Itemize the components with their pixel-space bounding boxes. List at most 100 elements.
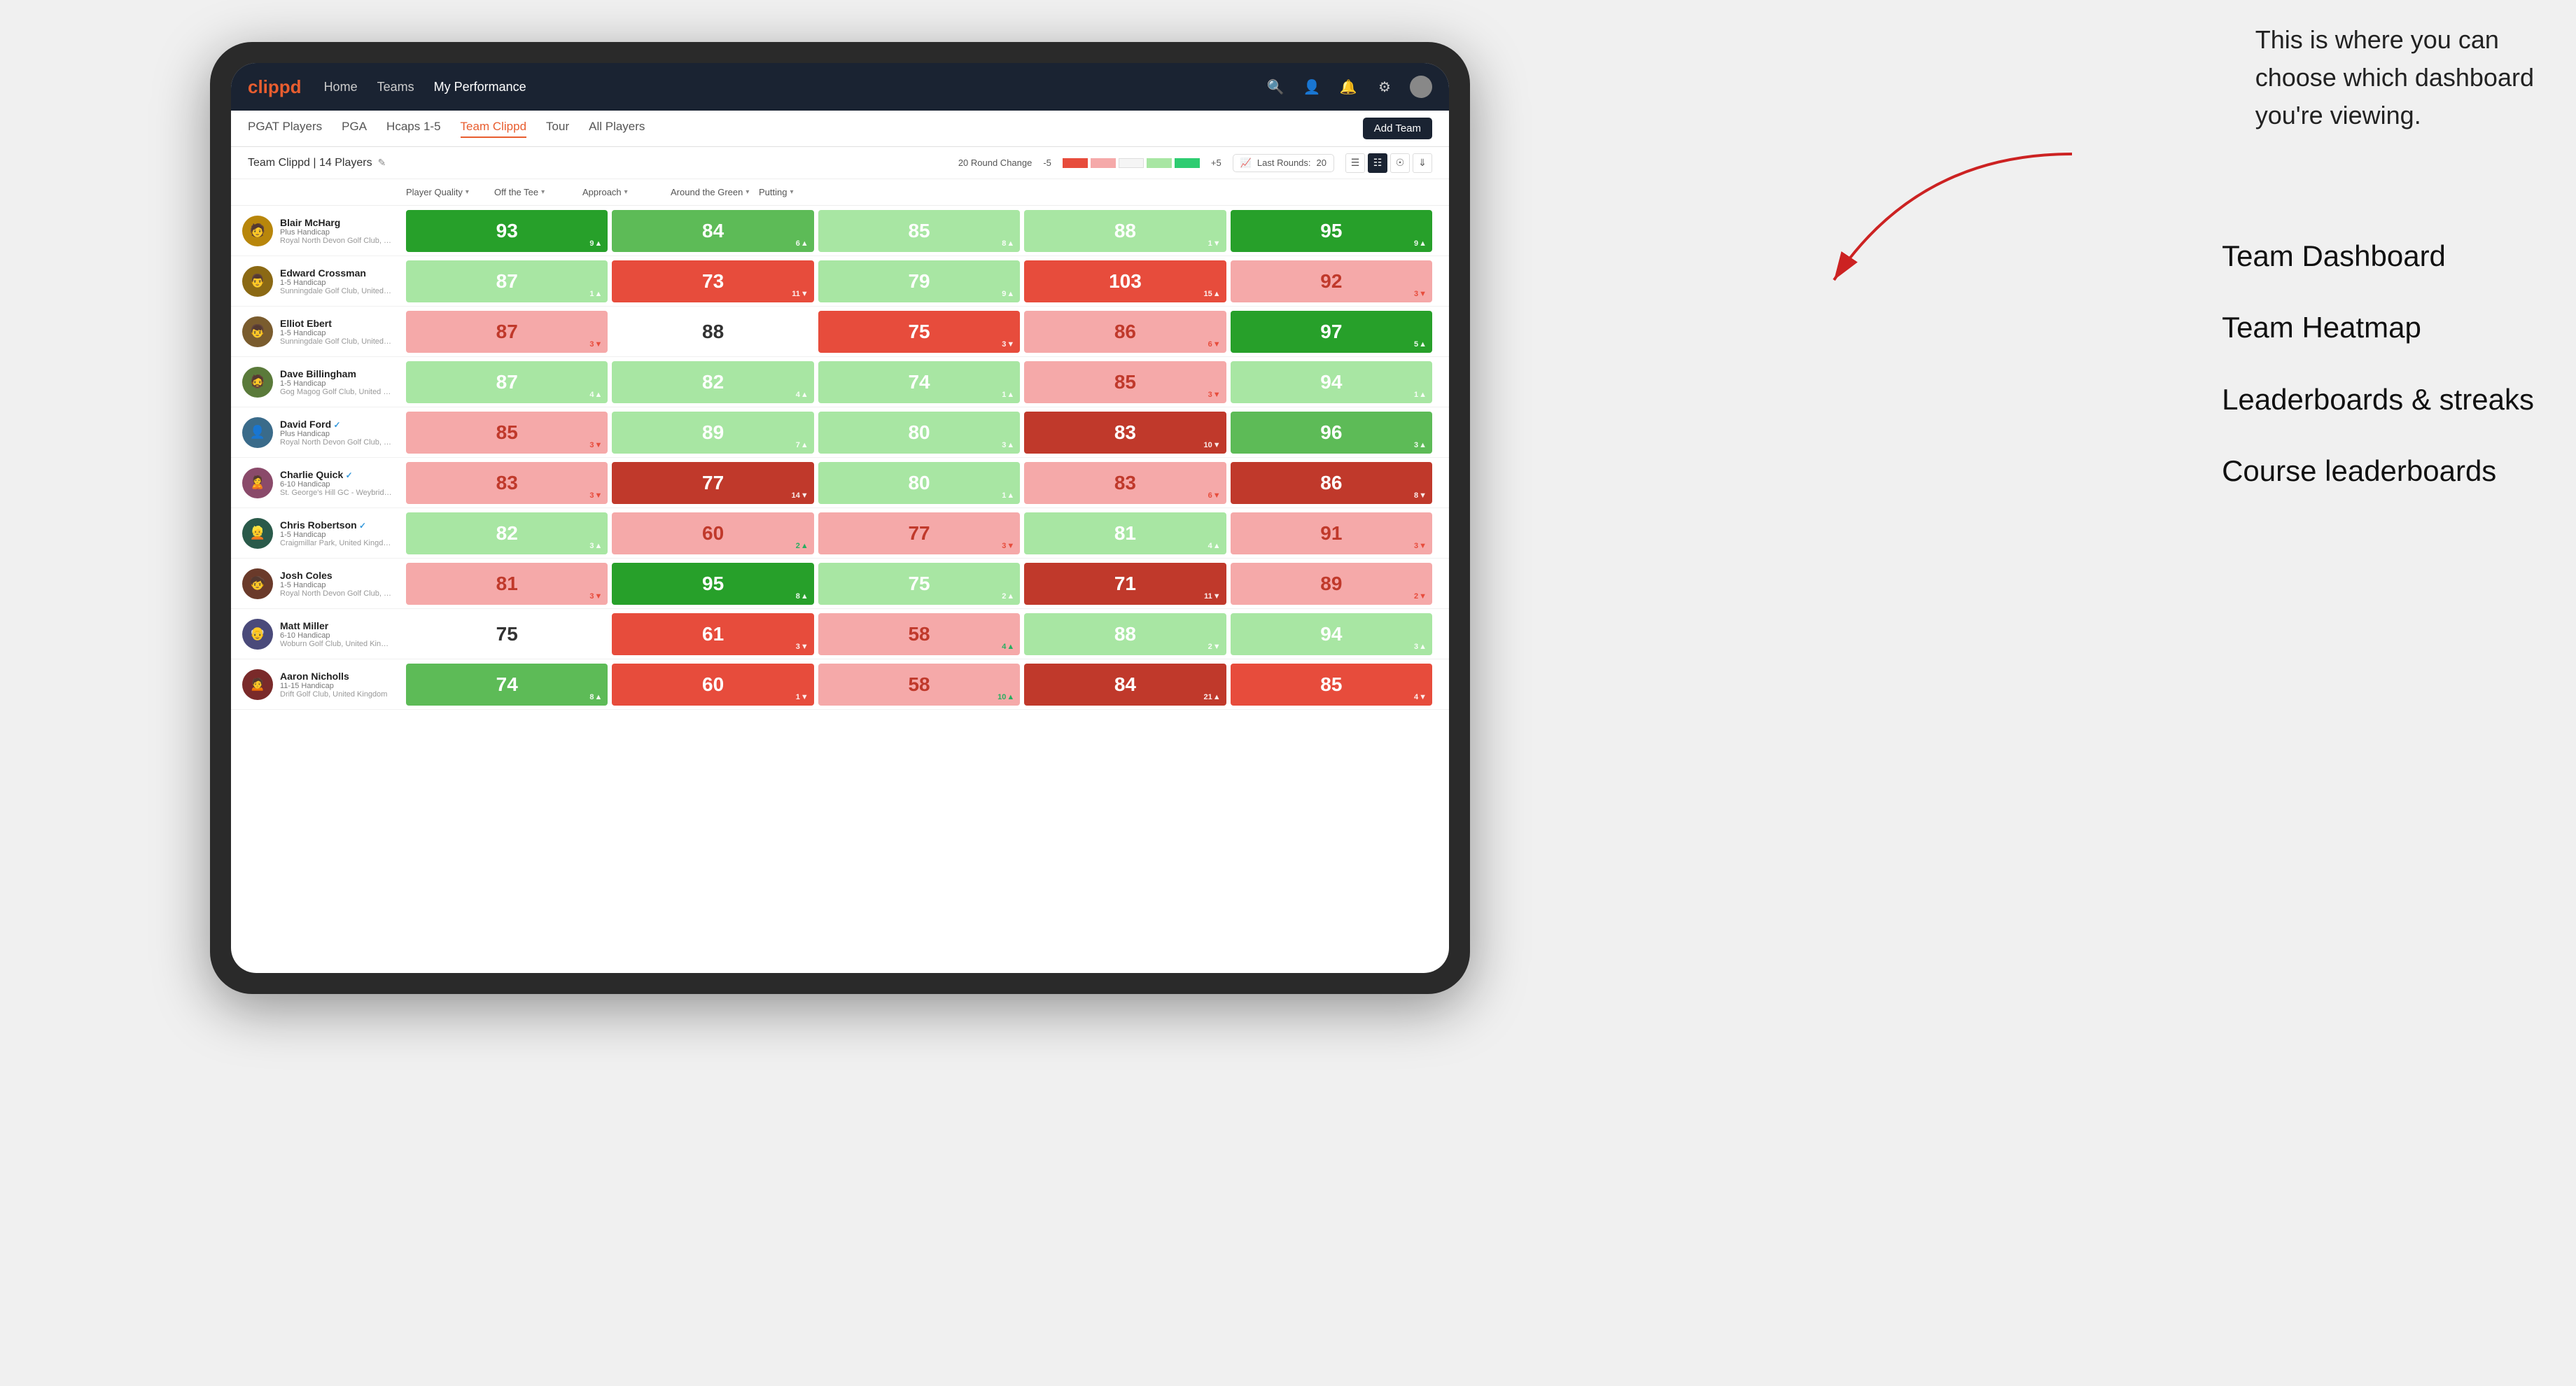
down-arrow-icon: ▼ xyxy=(801,491,808,500)
table-row[interactable]: 🧔Dave Billingham1-5 HandicapGog Magog Go… xyxy=(231,357,1449,407)
score-cells: 871▲7311▼799▲10315▲923▼ xyxy=(406,260,1432,302)
table-row[interactable]: 🧑Blair McHargPlus HandicapRoyal North De… xyxy=(231,206,1449,256)
bar-mid xyxy=(1119,158,1144,168)
player-handicap: Plus Handicap xyxy=(280,228,406,237)
down-arrow-icon: ▼ xyxy=(1007,542,1014,550)
user-icon[interactable]: 👤 xyxy=(1301,76,1323,98)
sub-nav-pgat[interactable]: PGAT Players xyxy=(248,120,322,138)
score-change: 3▼ xyxy=(796,643,808,651)
down-arrow-icon: ▼ xyxy=(595,340,603,349)
table-row[interactable]: 👨Edward Crossman1-5 HandicapSunningdale … xyxy=(231,256,1449,307)
score-change: 14▼ xyxy=(792,491,808,500)
sub-nav-all-players[interactable]: All Players xyxy=(589,120,645,138)
player-details: Charlie Quick ✓6-10 HandicapSt. George's… xyxy=(280,469,406,497)
change-value: 15 xyxy=(1203,290,1212,298)
tablet-frame: clippd Home Teams My Performance 🔍 👤 🔔 ⚙… xyxy=(210,42,1470,994)
avatar[interactable] xyxy=(1410,76,1432,98)
nav-link-teams[interactable]: Teams xyxy=(377,80,414,94)
score-value: 73 xyxy=(702,270,724,293)
player-details: Josh Coles1-5 HandicapRoyal North Devon … xyxy=(280,570,406,598)
score-cell: 752▲ xyxy=(818,563,1020,605)
score-cell: 753▼ xyxy=(818,311,1020,353)
change-value: 14 xyxy=(792,491,800,500)
last-rounds-val: 20 xyxy=(1317,158,1326,168)
change-value: 3 xyxy=(1414,542,1418,550)
score-value: 88 xyxy=(1114,220,1136,242)
table-row[interactable]: 👤David Ford ✓Plus HandicapRoyal North De… xyxy=(231,407,1449,458)
search-icon[interactable]: 🔍 xyxy=(1264,76,1287,98)
change-value: 1 xyxy=(1002,391,1006,399)
col-header-approach[interactable]: Approach ▾ xyxy=(582,187,666,197)
score-value: 85 xyxy=(1320,673,1342,696)
sub-nav-pga[interactable]: PGA xyxy=(342,120,367,138)
table-row[interactable]: 👴Matt Miller6-10 HandicapWoburn Golf Clu… xyxy=(231,609,1449,659)
score-change: 2▲ xyxy=(1002,592,1014,601)
score-cell: 803▲ xyxy=(818,412,1020,454)
score-cell: 882▼ xyxy=(1024,613,1226,655)
score-change: 1▲ xyxy=(1002,491,1014,500)
view-chart-icon[interactable]: ☉ xyxy=(1390,153,1410,173)
sub-nav-team-clippd[interactable]: Team Clippd xyxy=(461,120,527,138)
score-value: 88 xyxy=(702,321,724,343)
change-value: 2 xyxy=(1208,643,1212,651)
down-arrow-icon: ▼ xyxy=(1419,592,1427,601)
change-value: 3 xyxy=(796,643,800,651)
col-header-around-green[interactable]: Around the Green ▾ xyxy=(671,187,755,197)
score-value: 91 xyxy=(1320,522,1342,545)
col-header-player-quality[interactable]: Player Quality ▾ xyxy=(406,187,490,197)
sub-nav-tour[interactable]: Tour xyxy=(546,120,569,138)
change-value: 3 xyxy=(1002,542,1006,550)
player-club: Royal North Devon Golf Club, United King… xyxy=(280,237,392,245)
score-value: 84 xyxy=(702,220,724,242)
table-row[interactable]: 👦Elliot Ebert1-5 HandicapSunningdale Gol… xyxy=(231,307,1449,357)
table-row[interactable]: 👱Chris Robertson ✓1-5 HandicapCraigmilla… xyxy=(231,508,1449,559)
nav-link-home[interactable]: Home xyxy=(324,80,358,94)
score-value: 85 xyxy=(1114,371,1136,393)
round-change-label: 20 Round Change xyxy=(958,158,1032,168)
score-value: 95 xyxy=(702,573,724,595)
col-header-off-tee[interactable]: Off the Tee ▾ xyxy=(494,187,578,197)
change-value: 3 xyxy=(1414,441,1418,449)
avatar: 👴 xyxy=(242,619,273,650)
player-handicap: 6-10 Handicap xyxy=(280,631,406,640)
score-cell: 833▼ xyxy=(406,462,608,504)
score-change: 3▼ xyxy=(1002,542,1014,550)
settings-icon[interactable]: ⚙ xyxy=(1373,76,1396,98)
view-download-icon[interactable]: ⇓ xyxy=(1413,153,1432,173)
sub-nav-hcaps[interactable]: Hcaps 1-5 xyxy=(386,120,440,138)
table-row[interactable]: 🙍Aaron Nicholls11-15 HandicapDrift Golf … xyxy=(231,659,1449,710)
sort-arrow-green: ▾ xyxy=(746,188,749,196)
sub-nav: PGAT Players PGA Hcaps 1-5 Team Clippd T… xyxy=(231,111,1449,147)
score-value: 89 xyxy=(1320,573,1342,595)
player-club: Royal North Devon Golf Club, United King… xyxy=(280,589,392,598)
score-change: 2▲ xyxy=(796,542,808,550)
nav-link-my-performance[interactable]: My Performance xyxy=(434,80,526,94)
score-cell: 836▼ xyxy=(1024,462,1226,504)
down-arrow-icon: ▼ xyxy=(801,643,808,651)
view-table-icon[interactable]: ☷ xyxy=(1368,153,1387,173)
change-value: 11 xyxy=(792,290,800,298)
view-grid-icon[interactable]: ☰ xyxy=(1345,153,1365,173)
edit-icon[interactable]: ✎ xyxy=(378,157,386,169)
score-value: 80 xyxy=(908,421,930,444)
table-row[interactable]: 🙎Charlie Quick ✓6-10 HandicapSt. George'… xyxy=(231,458,1449,508)
down-arrow-icon: ▼ xyxy=(1419,290,1427,298)
up-arrow-icon: ▲ xyxy=(1007,491,1014,500)
player-club: Craigmillar Park, United Kingdom xyxy=(280,539,392,547)
score-cell: 10315▲ xyxy=(1024,260,1226,302)
score-value: 86 xyxy=(1320,472,1342,494)
last-rounds-button[interactable]: 📈 Last Rounds: 20 xyxy=(1233,154,1334,172)
score-cell: 584▲ xyxy=(818,613,1020,655)
table-row[interactable]: 🧒Josh Coles1-5 HandicapRoyal North Devon… xyxy=(231,559,1449,609)
player-handicap: 11-15 Handicap xyxy=(280,682,406,690)
bar-negative xyxy=(1063,158,1088,168)
up-arrow-icon: ▲ xyxy=(1007,290,1014,298)
bell-icon[interactable]: 🔔 xyxy=(1337,76,1359,98)
player-info: 🧒Josh Coles1-5 HandicapRoyal North Devon… xyxy=(231,568,406,599)
up-arrow-icon: ▲ xyxy=(595,391,603,399)
dashboard-label-heatmap: Team Heatmap xyxy=(2222,295,2534,360)
down-arrow-icon: ▼ xyxy=(1213,643,1221,651)
col-header-putting[interactable]: Putting ▾ xyxy=(759,187,843,197)
score-change: 9▲ xyxy=(1414,239,1427,248)
add-team-button[interactable]: Add Team xyxy=(1363,118,1432,139)
